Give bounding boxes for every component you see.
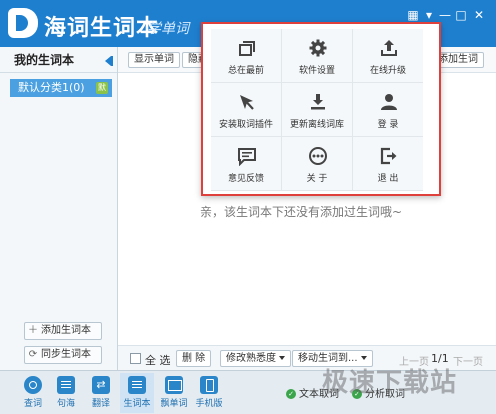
nav-mobile[interactable]: 手机版 — [192, 373, 226, 413]
card-icon — [165, 376, 183, 394]
menu-dropdown-icon[interactable]: ▾ — [422, 8, 436, 22]
menu-item-feedback[interactable]: 意见反馈 — [211, 137, 281, 190]
sync-notebook-button[interactable]: ⟳ 同步生词本 — [24, 346, 102, 364]
sidebar-header: 我的生词本 — [0, 47, 117, 73]
app-slogan: 学单词 — [147, 21, 189, 37]
skin-icon[interactable]: ▦ — [406, 8, 420, 22]
upload-icon — [381, 40, 397, 56]
main-menu-popup: 总在最前 软件设置 在线升级 安装取词插件 更新离线词库 登 录 意见反馈 关 … — [201, 22, 441, 196]
gear-icon — [309, 39, 327, 57]
book-icon — [57, 376, 75, 394]
show-words-button[interactable]: 显示单词 — [128, 52, 180, 68]
nav-floating-words[interactable]: 飘单词 — [157, 373, 191, 413]
change-familiarity-dropdown[interactable]: 修改熟悉度 — [220, 350, 291, 367]
select-all-checkbox[interactable] — [130, 353, 141, 364]
minimize-icon[interactable]: — — [438, 8, 452, 22]
add-notebook-button[interactable]: ＋添加生词本 — [24, 322, 102, 340]
check-icon: ✓ — [286, 389, 296, 399]
next-page-link[interactable]: 下一页 — [453, 353, 483, 368]
menu-item-about[interactable]: 关 于 — [282, 137, 352, 190]
close-icon[interactable]: ✕ — [472, 8, 486, 22]
category-label: 默认分类1(0) — [18, 81, 85, 94]
user-icon — [381, 94, 397, 110]
phone-icon — [200, 376, 218, 394]
listen-icon — [24, 376, 42, 394]
app-logo-icon — [8, 8, 38, 38]
chevron-down-icon — [360, 356, 367, 360]
select-all-label[interactable]: 全 选 — [145, 352, 171, 368]
sidebar-title: 我的生词本 — [14, 53, 75, 67]
menu-item-exit[interactable]: 退 出 — [353, 137, 423, 190]
download-icon — [311, 94, 325, 110]
menu-item-update-offline-dict[interactable]: 更新离线词库 — [282, 83, 352, 136]
sync-icon: ⟳ — [28, 349, 38, 360]
menu-item-install-plugin[interactable]: 安装取词插件 — [211, 83, 281, 136]
menu-item-login[interactable]: 登 录 — [353, 83, 423, 136]
sidebar: 我的生词本 默认分类1(0) 默 ＋添加生词本 ⟳ 同步生词本 — [0, 47, 118, 370]
translate-icon — [92, 376, 110, 394]
nav-notebook[interactable]: 生词本 — [120, 373, 154, 413]
delete-button[interactable]: 删 除 — [176, 350, 212, 367]
menu-grid: 总在最前 软件设置 在线升级 安装取词插件 更新离线词库 登 录 意见反馈 关 … — [211, 29, 423, 191]
more-dots-icon — [309, 147, 327, 165]
notebook-icon — [128, 376, 146, 394]
default-badge-icon: 默 — [96, 82, 108, 94]
menu-item-always-on-top[interactable]: 总在最前 — [211, 29, 281, 82]
nav-lookup[interactable]: 查词 — [18, 373, 48, 413]
collapse-sidebar-icon[interactable] — [105, 56, 113, 66]
app-title: 海词生词本 — [44, 16, 160, 41]
chat-icon — [238, 148, 256, 166]
cursor-icon — [240, 95, 254, 110]
nav-translate[interactable]: 翻译 — [86, 373, 116, 413]
window-stack-icon — [239, 41, 255, 56]
watermark: 极速下载站 — [322, 368, 458, 398]
exit-icon — [380, 147, 397, 165]
empty-notebook-message: 亲，该生词本下还没有添加过生词哦~ — [200, 205, 403, 219]
nav-sentences[interactable]: 句海 — [51, 373, 81, 413]
maximize-icon[interactable]: □ — [454, 8, 468, 22]
menu-item-settings[interactable]: 软件设置 — [282, 29, 352, 82]
plus-icon: ＋ — [28, 325, 38, 336]
sidebar-item-default-category[interactable]: 默认分类1(0) 默 — [10, 79, 112, 97]
menu-item-online-upgrade[interactable]: 在线升级 — [353, 29, 423, 82]
chevron-down-icon — [279, 356, 285, 360]
